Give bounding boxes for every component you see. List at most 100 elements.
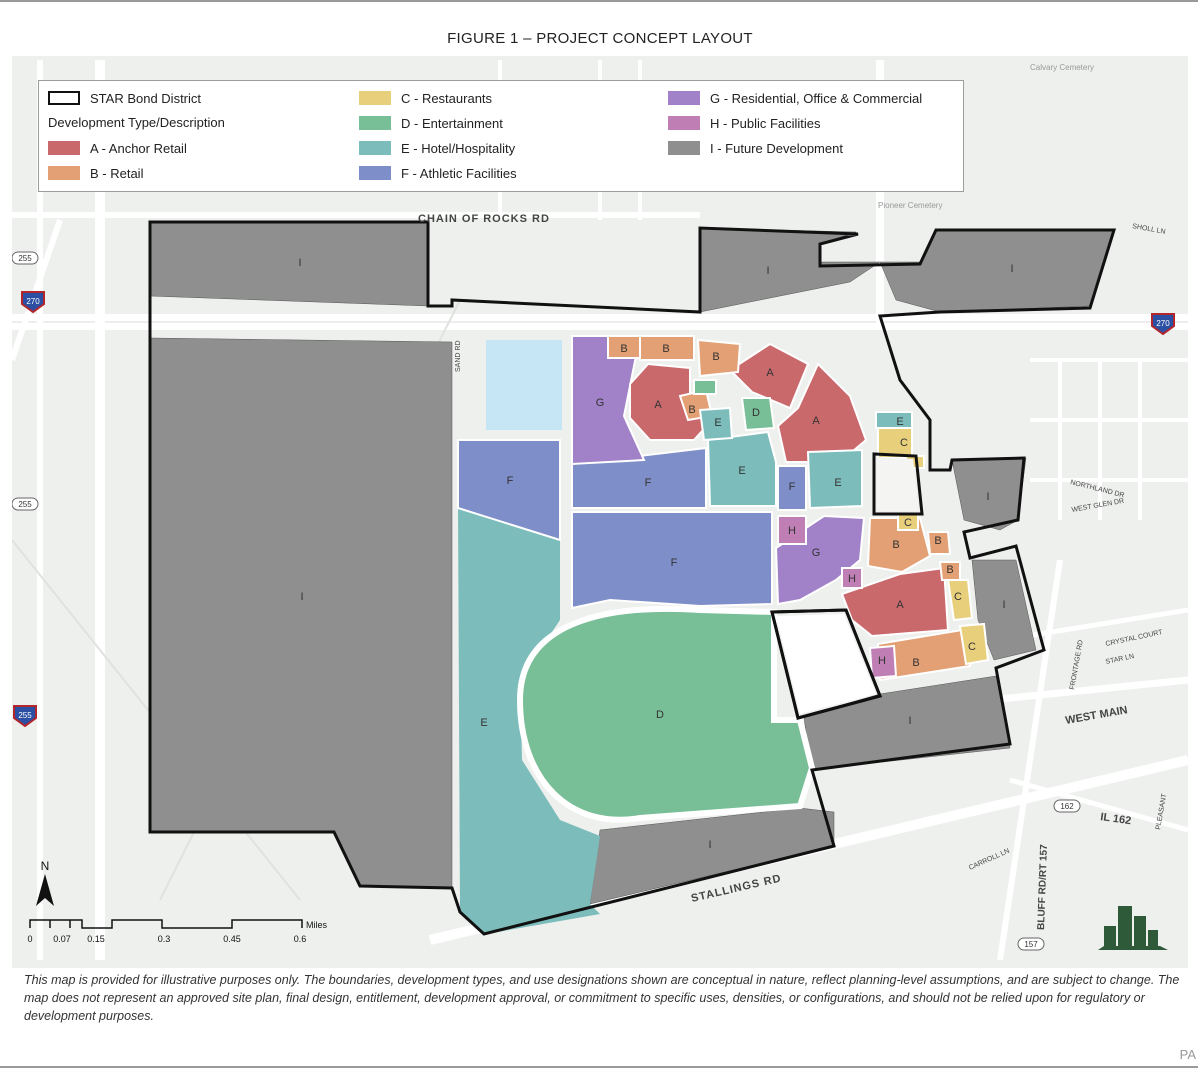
i255-shield: 255	[13, 705, 37, 728]
route-255-shield-1: 255	[12, 251, 39, 265]
label-c-2: C	[904, 517, 912, 529]
legend: STAR Bond District Development Type/Desc…	[38, 80, 964, 192]
label-f-4: F	[789, 481, 796, 493]
excluded-parcel-2	[877, 457, 919, 511]
swatch-g	[668, 91, 700, 105]
legend-label-c: C - Restaurants	[401, 90, 493, 106]
label-i-4: I	[300, 591, 303, 603]
legend-label-h: H - Public Facilities	[710, 115, 821, 131]
swatch-c	[359, 91, 391, 105]
legend-item-i: I - Future Development	[668, 139, 843, 157]
road-label-sholl: SHOLL LN	[1132, 223, 1166, 236]
label-i-3: I	[1010, 263, 1013, 275]
route-162-shield: 162	[1053, 799, 1081, 813]
svg-text:N: N	[41, 859, 50, 873]
legend-item-e: E - Hotel/Hospitality	[359, 139, 515, 157]
svg-text:0: 0	[27, 934, 32, 944]
legend-district-label: STAR Bond District	[90, 90, 202, 106]
label-b-2: B	[662, 343, 669, 355]
label-g-1: G	[596, 397, 605, 409]
svg-text:162: 162	[1060, 802, 1074, 811]
road-label-carroll: CARROLL LN	[968, 848, 1011, 872]
legend-item-district: STAR Bond District	[48, 89, 201, 107]
label-b-5: B	[892, 539, 899, 551]
label-c-1: C	[900, 437, 908, 449]
concept-map: I I I I I I I I E D F F F F G G A A A A …	[12, 60, 1188, 961]
label-e-4: E	[896, 416, 903, 428]
label-b-4: B	[688, 404, 695, 416]
swatch-i	[668, 141, 700, 155]
label-e-5: E	[714, 417, 721, 429]
legend-label-d: D - Entertainment	[401, 115, 503, 131]
label-i-6: I	[908, 715, 911, 727]
label-a-1: A	[654, 399, 662, 411]
legend-label-a: A - Anchor Retail	[90, 140, 187, 156]
road-label-sand: SAND RD	[455, 340, 462, 372]
road-label-chain-of-rocks: CHAIN OF ROCKS RD	[418, 213, 550, 225]
label-i-7: I	[986, 491, 989, 503]
legend-label-f: F - Athletic Facilities	[401, 165, 517, 181]
i270-shield-east: 270	[1151, 313, 1175, 336]
label-a-4: A	[896, 599, 904, 611]
road-label-west-main: WEST MAIN	[1064, 704, 1128, 727]
legend-label-g: G - Residential, Office & Commercial	[710, 90, 923, 106]
label-f-2: F	[645, 477, 652, 489]
svg-text:255: 255	[18, 254, 32, 263]
label-e-1: E	[480, 717, 487, 729]
svg-text:0.6: 0.6	[294, 934, 307, 944]
label-d-2: D	[752, 407, 760, 419]
label-i-5: I	[708, 839, 711, 851]
svg-text:0.07: 0.07	[53, 934, 71, 944]
label-h-1: H	[788, 525, 796, 537]
label-a-2: A	[766, 367, 774, 379]
svg-text:255: 255	[18, 711, 32, 720]
parcel-i-west	[149, 337, 453, 889]
route-157-shield: 157	[1017, 937, 1045, 951]
buildings-logo	[1098, 906, 1168, 950]
legend-item-c: C - Restaurants	[359, 89, 492, 107]
scale-bar: 0 0.07 0.15 0.3 0.45 0.6 Miles	[27, 919, 328, 944]
excluded-parcel	[776, 614, 876, 714]
swatch-b	[48, 166, 80, 180]
label-b-1: B	[620, 343, 627, 355]
road-label-frontage: FRONTAGE RD	[1069, 639, 1085, 690]
label-f-1: F	[507, 475, 514, 487]
label-e-2: E	[738, 465, 745, 477]
swatch-d	[359, 116, 391, 130]
swatch-h	[668, 116, 700, 130]
parcel-i-north-1	[149, 221, 429, 307]
map-frame: I I I I I I I I E D F F F F G G A A A A …	[12, 56, 1188, 968]
swatch-a	[48, 141, 80, 155]
road-label-west-glen: WEST GLEN DR	[1071, 498, 1125, 514]
legend-item-a: A - Anchor Retail	[48, 139, 187, 157]
label-h-2: H	[848, 573, 856, 585]
legend-item-d: D - Entertainment	[359, 114, 503, 132]
district-outline-swatch	[48, 91, 80, 105]
swatch-f	[359, 166, 391, 180]
road-label-northland: NORTHLAND DR	[1070, 479, 1126, 499]
svg-text:270: 270	[26, 297, 40, 306]
legend-label-i: I - Future Development	[710, 140, 843, 156]
label-f-3: F	[671, 557, 678, 569]
label-b-6: B	[934, 535, 941, 547]
parcel-d-main	[516, 605, 816, 823]
page-mark: PA	[1179, 1047, 1196, 1062]
svg-text:Miles: Miles	[306, 920, 328, 930]
svg-text:0.15: 0.15	[87, 934, 105, 944]
road-label-star: STAR LN	[1105, 653, 1135, 666]
legend-subtitle: Development Type/Description	[48, 115, 225, 130]
disclaimer: This map is provided for illustrative pu…	[24, 973, 1180, 1023]
label-i-1: I	[298, 257, 301, 269]
svg-text:270: 270	[1156, 319, 1170, 328]
legend-item-b: B - Retail	[48, 164, 143, 182]
parcel-d-small-2	[693, 379, 717, 395]
swatch-e	[359, 141, 391, 155]
legend-item-g: G - Residential, Office & Commercial	[668, 89, 922, 107]
label-d-1: D	[656, 709, 664, 721]
label-i-2: I	[766, 265, 769, 277]
parcel-i-north-2	[699, 227, 1115, 313]
pond	[486, 340, 562, 430]
label-b-3: B	[712, 351, 719, 363]
legend-item-h: H - Public Facilities	[668, 114, 821, 132]
label-g-2: G	[812, 547, 821, 559]
